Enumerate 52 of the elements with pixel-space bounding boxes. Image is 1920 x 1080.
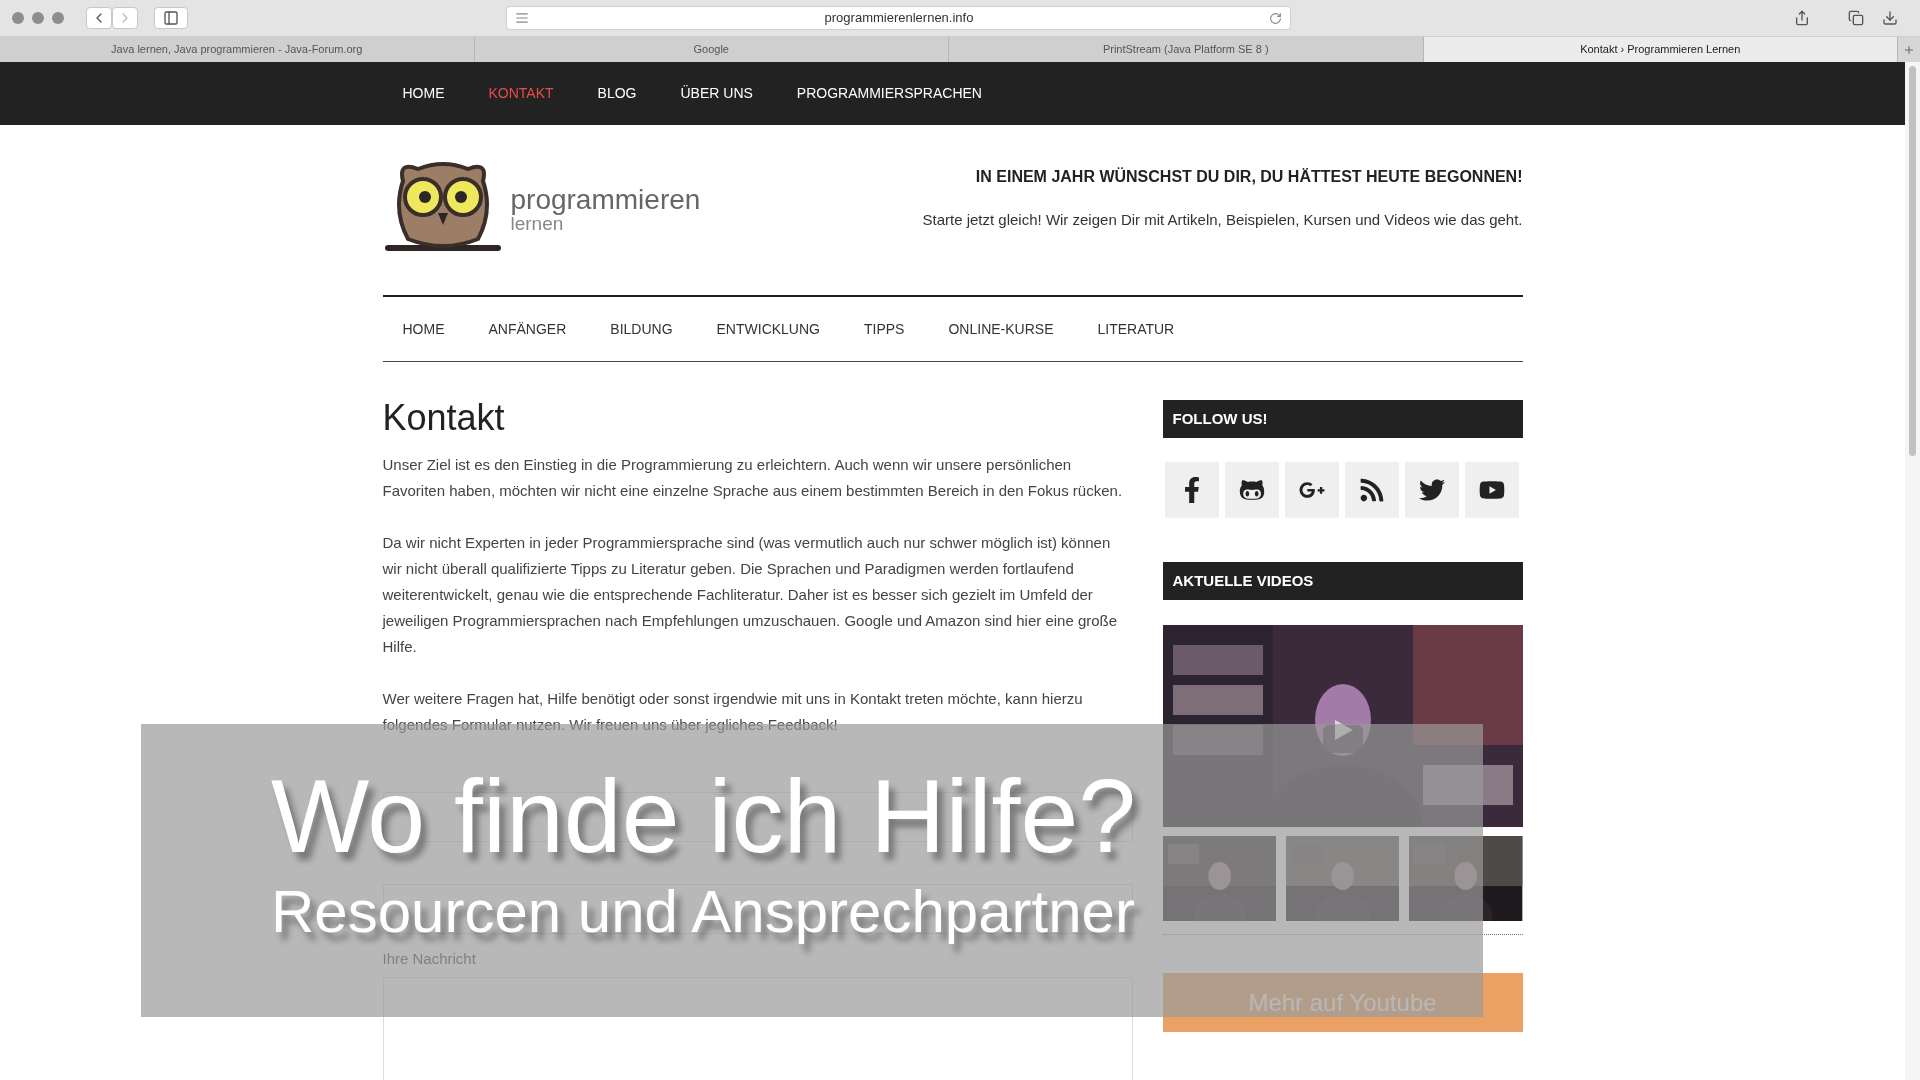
tagline-heading: IN EINEM JAHR WÜNSCHST DU DIR, DU HÄTTEST HEUTE BEGONNEN!: [975, 166, 1523, 187]
paragraph: Unser Ziel ist es den Einstieg in die Programmierung zu erleichtern. Auch wenn wir unsere persönlichen Favoriten haben, möchten wir nicht eine einzelne Sprache aus einem bestimmten Bereich in den Fokus rücken.: [382, 455, 1124, 501]
share-icon[interactable]: [1794, 10, 1810, 26]
zoom-window-icon[interactable]: [52, 12, 64, 24]
bird-icon: [1418, 477, 1445, 503]
logo-subtitle: lernen: [510, 213, 564, 233]
tabs-icon[interactable]: [1848, 10, 1864, 26]
cat-icon: [1238, 477, 1265, 503]
menu-link[interactable]: LITERATUR: [1097, 318, 1175, 340]
rss-icon: [1358, 477, 1385, 503]
browser-tab[interactable]: Kontakt › Programmieren Lernen: [1423, 37, 1898, 62]
reader-icon[interactable]: [515, 11, 529, 25]
scrollbar-thumb[interactable]: [1909, 66, 1916, 456]
overlay-subtitle: Resourcen und Ansprechpartner: [271, 882, 1135, 942]
paragraph: Da wir nicht Experten in jeder Programmiersprache sind (was vermutlich auch nur schwer möglich ist) können wir nicht überall qualifizierte Tipps zu Literatur geben. Die Sprachen und Paradigmen werden fortlaufend weiterentwickelt, genau wie die entsprechende Fachliteratur. Daher ist es besser sich gezielt im Umfeld der jeweiligen Programmiersprachen nach Empfehlungen umzuschauen. Google und Amazon sind hier eine große Hilfe.: [382, 533, 1119, 657]
minimize-window-icon[interactable]: [32, 12, 44, 24]
nav-link[interactable]: ÜBER UNS: [680, 83, 753, 104]
social-button[interactable]: [1164, 462, 1219, 518]
logo-title: programmieren: [510, 185, 701, 214]
back-button[interactable]: [86, 7, 112, 29]
close-window-icon[interactable]: [12, 12, 24, 24]
browser-tab[interactable]: PrintStream (Java Platform SE 8 ): [949, 37, 1424, 62]
menu-link[interactable]: ONLINE-KURSE: [948, 318, 1054, 340]
widget-title: AKTUELLE VIDEOS: [1172, 570, 1314, 591]
browser-tab[interactable]: Google: [474, 37, 949, 62]
sidebar-icon: [163, 10, 179, 26]
field-label: Ihre Nachricht: [382, 949, 477, 969]
menu-link[interactable]: ENTWICKLUNG: [716, 318, 820, 340]
nav-link[interactable]: HOME: [402, 83, 445, 104]
page-title: Kontakt: [382, 400, 506, 436]
overlay-title: Wo finde ich Hilfe?: [271, 764, 1137, 868]
url-text: programmierenlernen.info: [823, 9, 975, 28]
menu-link[interactable]: HOME: [402, 318, 445, 340]
address-bar[interactable]: programmierenlernen.info: [506, 6, 1291, 30]
menu-link[interactable]: TIPPS: [864, 318, 905, 340]
widget-title: FOLLOW US!: [1172, 408, 1268, 429]
nav-link[interactable]: BLOG: [597, 83, 637, 104]
social-button[interactable]: [1284, 462, 1339, 518]
browser-tab[interactable]: Java lernen, Java programmieren - Java-Forum.org: [0, 37, 475, 62]
reload-icon[interactable]: [1269, 11, 1282, 25]
download-icon[interactable]: [1882, 10, 1898, 26]
nav-link[interactable]: KONTAKT: [488, 83, 554, 104]
plus-icon: [1903, 43, 1915, 56]
menu-link[interactable]: ANFÄNGER: [488, 318, 567, 340]
nav-link[interactable]: PROGRAMMIERSPRACHEN: [796, 83, 982, 104]
menu-link[interactable]: BILDUNG: [610, 318, 673, 340]
sidebar-button[interactable]: [154, 7, 188, 29]
social-button[interactable]: [1344, 462, 1399, 518]
social-button[interactable]: [1224, 462, 1279, 518]
social-button[interactable]: [1404, 462, 1459, 518]
tagline-text: Starte jetzt gleich! Wir zeigen Dir mit Artikeln, Beispielen, Kursen und Videos wie das geht.: [922, 210, 1523, 230]
social-button[interactable]: [1464, 462, 1519, 518]
